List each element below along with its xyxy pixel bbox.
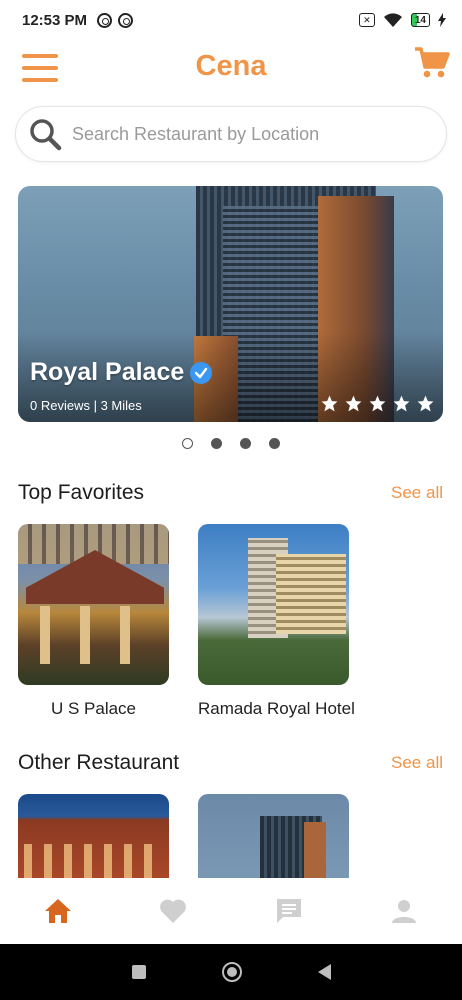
restaurant-card[interactable]: U S Palace (18, 524, 169, 719)
star-icon (321, 395, 338, 412)
restaurant-card[interactable] (198, 794, 349, 878)
carousel-dot[interactable] (182, 438, 193, 449)
star-icon (393, 395, 410, 412)
carousel-dot[interactable] (211, 438, 222, 449)
star-icon (369, 395, 386, 412)
verified-icon (190, 361, 213, 384)
see-all-link[interactable]: See all (391, 483, 443, 503)
search-input[interactable] (72, 123, 412, 145)
search-icon (30, 119, 62, 151)
app-bar: Cena (0, 40, 462, 98)
wifi-icon (383, 13, 402, 27)
battery-indicator: 14 (410, 13, 430, 27)
carousel-dot[interactable] (240, 438, 251, 449)
see-all-link[interactable]: See all (391, 753, 443, 773)
search-bar[interactable] (15, 106, 447, 162)
other-restaurant-header: Other Restaurant See all (18, 751, 443, 775)
charging-icon (438, 13, 446, 27)
sync-icon (97, 12, 113, 28)
battery-level: 14 (414, 14, 426, 26)
restaurant-image (198, 524, 349, 685)
star-icon (417, 395, 434, 412)
bottom-nav (0, 878, 462, 944)
sync-icon (118, 12, 134, 28)
carousel-dot[interactable] (269, 438, 280, 449)
chat-icon (276, 899, 301, 923)
restaurant-name: U S Palace (50, 699, 137, 718)
featured-name-row: Royal Palace (30, 358, 213, 387)
heart-icon (160, 899, 187, 923)
profile-icon (392, 900, 417, 923)
status-time: 12:53 PM (22, 11, 88, 29)
app-title: Cena (195, 50, 267, 82)
nav-favorites[interactable] (153, 891, 193, 931)
section-title: Other Restaurant (18, 751, 180, 774)
nav-profile[interactable] (384, 891, 424, 931)
sim-off-icon: ✕ (358, 13, 375, 27)
restaurant-card[interactable] (18, 794, 169, 878)
home-button[interactable] (221, 962, 242, 982)
restaurant-image (18, 794, 169, 878)
section-title: Top Favorites (18, 481, 145, 504)
status-icons: ✕ 14 (358, 12, 446, 28)
top-favorites-header: Top Favorites See all (18, 481, 443, 505)
restaurant-card[interactable]: Ramada Royal Hotel (198, 524, 355, 719)
system-nav-bar (0, 944, 462, 1000)
recents-button[interactable] (131, 965, 146, 979)
featured-name: Royal Palace (30, 358, 185, 386)
back-button[interactable] (317, 964, 331, 980)
carousel-indicator (0, 438, 462, 449)
nav-messages[interactable] (269, 891, 309, 931)
nav-home[interactable] (38, 891, 78, 931)
featured-banner[interactable]: Royal Palace 0 Reviews | 3 Miles (18, 186, 443, 422)
featured-meta: 0 Reviews | 3 Miles (30, 398, 142, 413)
restaurant-name: Ramada Royal Hotel (198, 699, 355, 718)
featured-rating (320, 394, 435, 413)
restaurant-image (198, 794, 349, 878)
restaurant-image (18, 524, 169, 685)
cart-icon[interactable] (414, 46, 450, 80)
home-icon (44, 899, 71, 923)
star-icon (345, 395, 362, 412)
status-bar: 12:53 PM ✕ 14 (0, 0, 462, 40)
